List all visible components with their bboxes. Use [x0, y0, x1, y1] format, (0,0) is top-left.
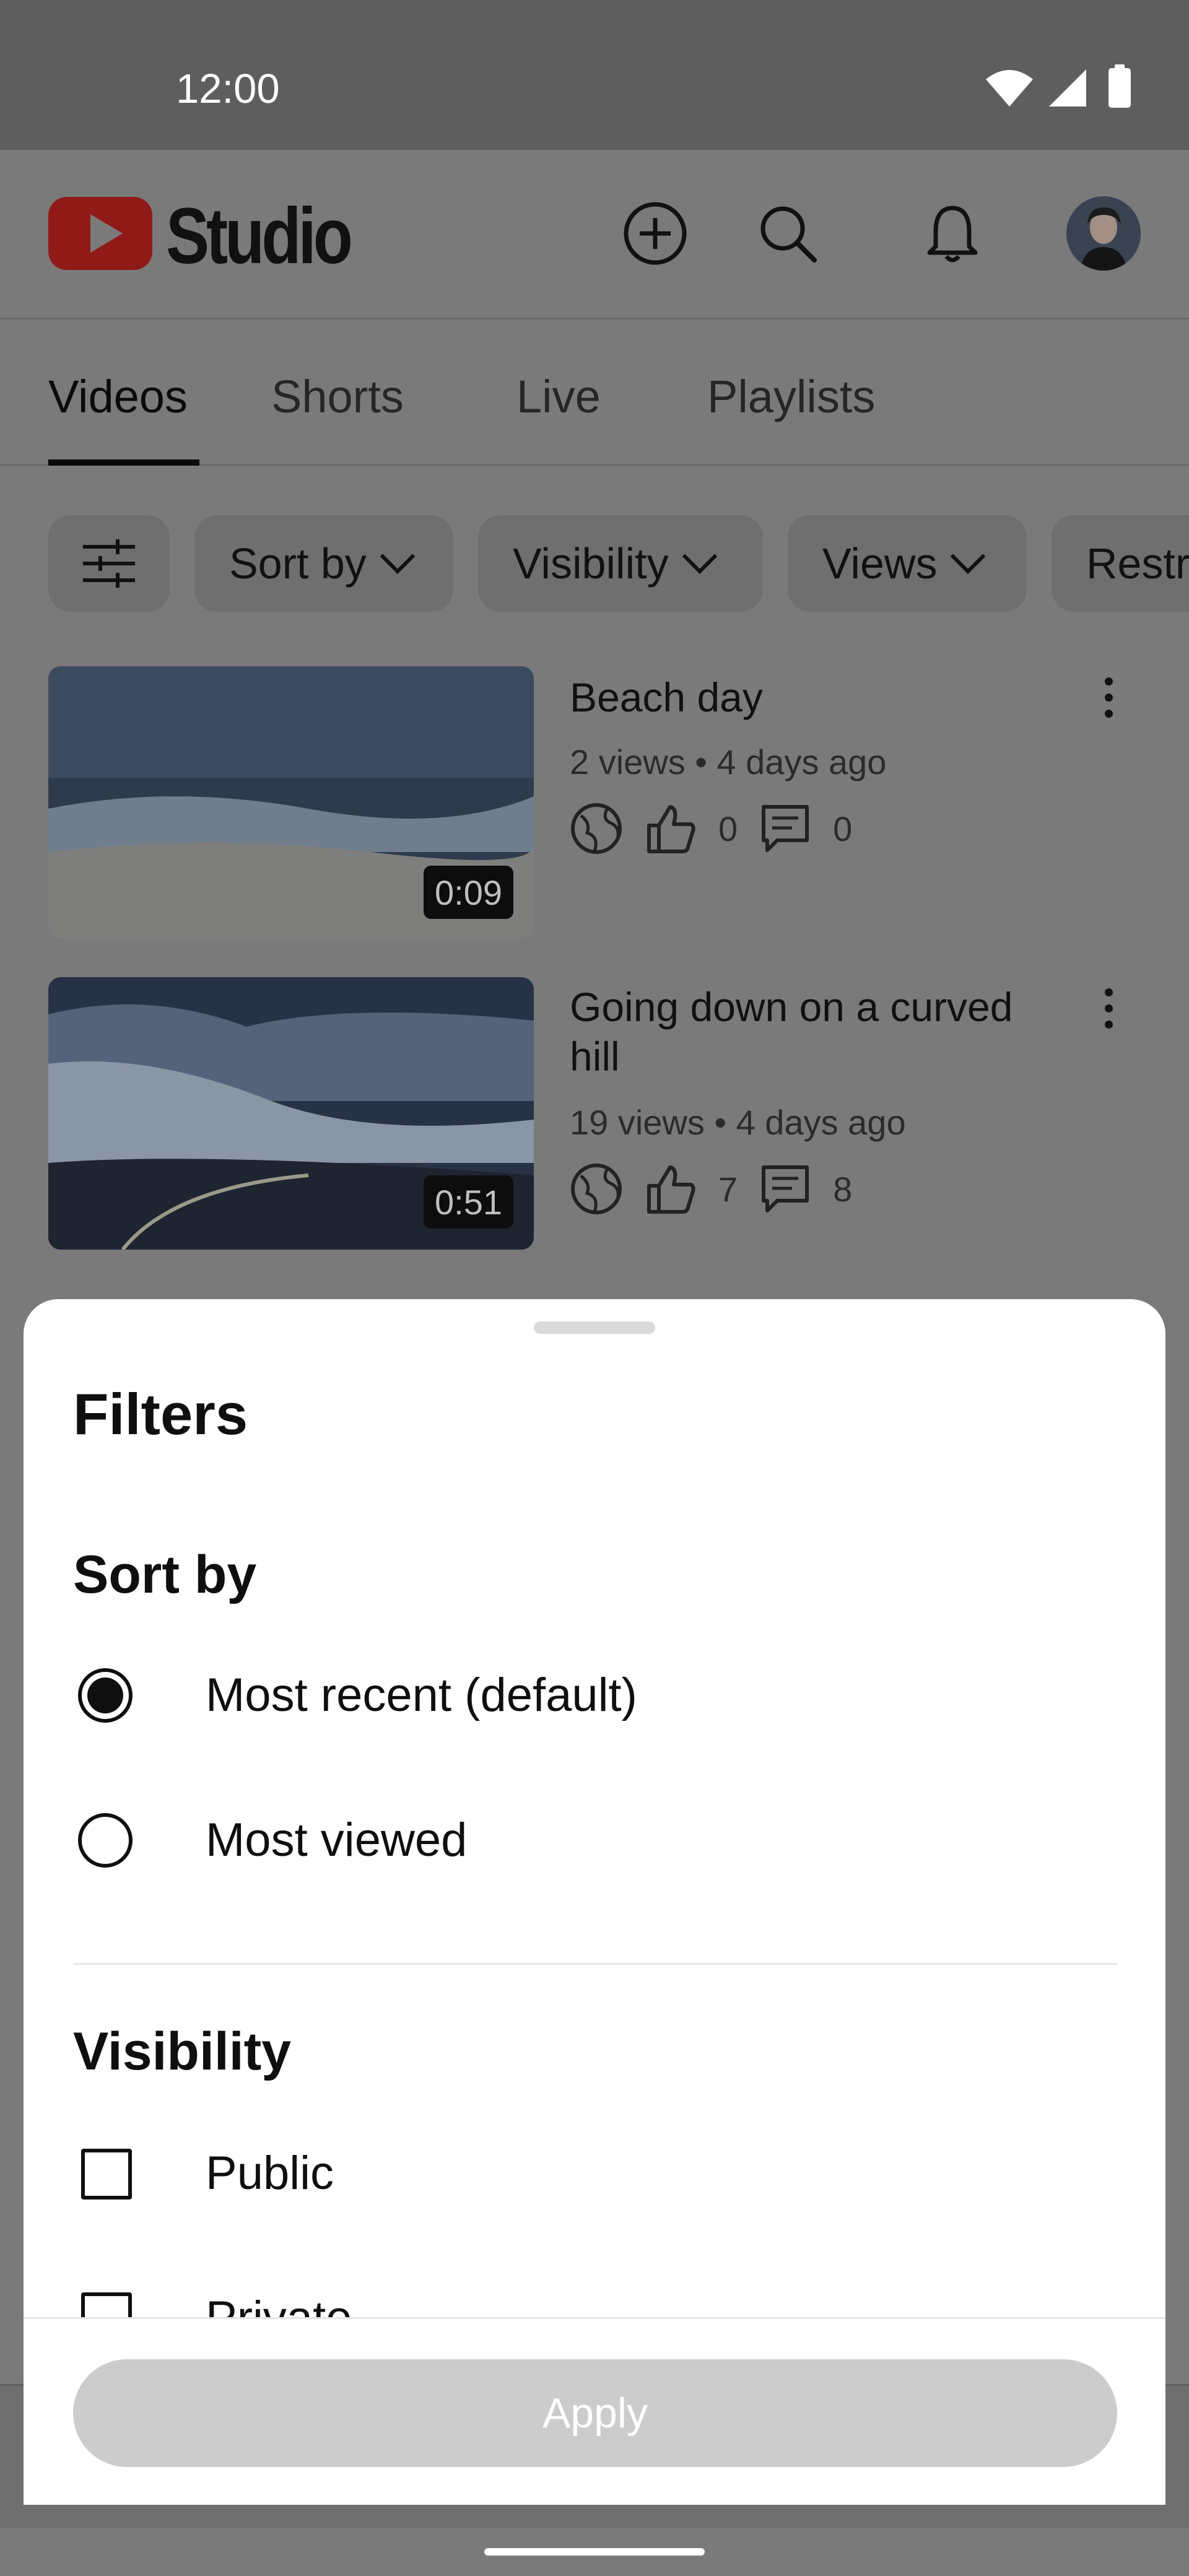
- radio-most-viewed[interactable]: [78, 1813, 133, 1868]
- avatar-face-icon: [1066, 196, 1141, 271]
- visibility-heading: Visibility: [73, 2022, 292, 2081]
- globe-icon: [571, 1164, 622, 1214]
- chevron-down-icon: [951, 539, 986, 574]
- thumbs-up-icon: [647, 1165, 695, 1214]
- notifications-button[interactable]: [915, 196, 990, 271]
- comment-count: 0: [833, 809, 853, 848]
- play-triangle-icon: [90, 214, 123, 253]
- chip-visibility[interactable]: Visibility: [478, 515, 763, 612]
- bell-icon: [927, 206, 978, 263]
- thumbs-up-icon: [647, 805, 695, 853]
- video-meta: 2 views • 4 days ago: [570, 742, 887, 781]
- gesture-nav-handle[interactable]: [484, 2548, 705, 2556]
- more-options-icon[interactable]: [1102, 677, 1115, 718]
- chip-sort-by[interactable]: Sort by: [194, 515, 453, 612]
- chevron-down-icon: [380, 539, 416, 574]
- video-stats: 7 8: [570, 1158, 852, 1220]
- sheet-drag-handle[interactable]: [534, 1321, 655, 1334]
- chevron-down-icon: [682, 539, 717, 574]
- filter-sliders-icon: [83, 539, 135, 588]
- radio-most-recent[interactable]: [78, 1668, 133, 1723]
- globe-icon: [571, 803, 622, 854]
- apply-button[interactable]: Apply: [73, 2359, 1117, 2467]
- video-title[interactable]: Beach day: [570, 672, 1053, 722]
- tab-indicator: [48, 459, 199, 466]
- option-label[interactable]: Most viewed: [206, 1813, 467, 1867]
- comment-icon: [762, 805, 809, 852]
- search-icon: [760, 206, 817, 263]
- chip-label: Visibility: [513, 539, 669, 588]
- comment-icon: [762, 1165, 809, 1212]
- checkbox-public[interactable]: [81, 2149, 132, 2200]
- chip-restrictions[interactable]: Restr: [1052, 515, 1189, 612]
- comment-count: 8: [833, 1169, 853, 1209]
- chip-label: Views: [822, 539, 938, 588]
- chip-views[interactable]: Views: [788, 515, 1027, 612]
- radio-selected-dot: [87, 1677, 123, 1713]
- option-label[interactable]: Most recent (default): [206, 1668, 637, 1722]
- search-button[interactable]: [751, 196, 825, 271]
- tab-videos[interactable]: Videos: [48, 370, 188, 423]
- option-label[interactable]: Public: [206, 2146, 334, 2200]
- chip-label: Restr: [1086, 539, 1189, 588]
- more-options-icon[interactable]: [1102, 988, 1115, 1029]
- wifi-icon: [986, 70, 1033, 107]
- avatar[interactable]: [1066, 196, 1141, 271]
- signal-icon: [1049, 69, 1086, 107]
- status-time: 12:00: [176, 66, 280, 112]
- tab-shorts[interactable]: Shorts: [271, 370, 404, 423]
- video-duration: 0:51: [424, 1175, 513, 1229]
- sort-by-heading: Sort by: [73, 1545, 257, 1604]
- tab-playlists[interactable]: Playlists: [707, 370, 875, 423]
- sheet-title: Filters: [73, 1382, 248, 1447]
- like-count: 0: [718, 809, 738, 848]
- filter-button[interactable]: [48, 515, 170, 612]
- like-count: 7: [718, 1169, 738, 1209]
- video-meta: 19 views • 4 days ago: [570, 1103, 906, 1142]
- video-title[interactable]: Going down on a curved hill: [570, 982, 1053, 1081]
- app-logo-text: Studio: [166, 192, 353, 281]
- video-stats: 0 0: [570, 798, 852, 859]
- create-button[interactable]: [618, 196, 692, 271]
- tab-live[interactable]: Live: [516, 370, 601, 423]
- chip-label: Sort by: [229, 539, 367, 588]
- section-divider: [73, 1963, 1117, 1965]
- add-circle-icon: [624, 202, 687, 265]
- video-duration: 0:09: [424, 866, 513, 919]
- battery-icon: [1108, 64, 1131, 108]
